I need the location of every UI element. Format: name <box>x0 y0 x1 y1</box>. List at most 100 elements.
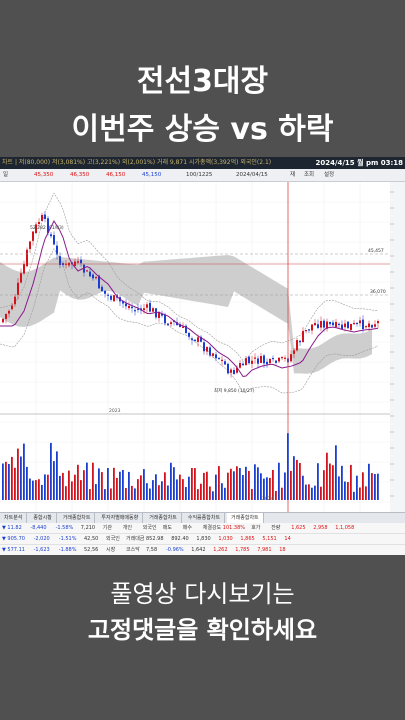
candle-body <box>245 358 247 366</box>
candle-body <box>233 369 235 375</box>
volume-bar <box>50 442 52 500</box>
volume-bar <box>353 491 355 500</box>
volume-bar <box>182 479 184 500</box>
tab-3[interactable]: 투자자별매매동향 <box>97 513 144 523</box>
volume-bar <box>200 483 202 500</box>
volume-bar <box>212 491 214 500</box>
volume-bar <box>140 475 142 500</box>
order-cell: 잔량 <box>271 525 281 531</box>
date-field[interactable]: 2024/04/15 <box>236 169 268 181</box>
candle-body <box>332 322 334 326</box>
volume-bar <box>23 443 25 500</box>
candle-body <box>32 231 34 241</box>
query-button[interactable]: 조회 <box>304 169 314 181</box>
ichimoku-cloud <box>0 254 372 374</box>
price-mark-3: 46,150 <box>106 172 126 178</box>
candle-body <box>362 319 364 330</box>
order-row: ▼ 11.82 -8,440 -1.58% 7,210 기관 개인 외국인 매도 매수 체결강도 1… <box>0 523 405 534</box>
order-cell: 개인 <box>122 525 132 531</box>
volume-bar <box>359 487 361 500</box>
candle-body <box>5 313 7 319</box>
candle-body <box>53 235 55 245</box>
volume-bar <box>95 484 97 500</box>
order-cell: 1,642 <box>191 547 206 553</box>
year-label-lower: 2024 <box>262 496 274 502</box>
volume-bar <box>125 488 127 500</box>
tab-6[interactable]: 거래종합차트 <box>227 513 264 523</box>
volume-bar <box>32 480 34 500</box>
volume-bar <box>272 470 274 500</box>
bottom-tab-strip: 차트분석 종합시황 거래종합차트 투자자별매매동향 거래종합차트 수익률종합차트 거래종합차… <box>0 512 405 523</box>
candle-body <box>215 354 217 359</box>
volume-bar <box>191 468 193 500</box>
candle-body <box>374 324 376 327</box>
candle-body <box>278 357 280 362</box>
candle-body <box>212 353 214 356</box>
candle-body <box>86 270 88 272</box>
tab-2[interactable]: 거래종합차트 <box>59 513 96 523</box>
volume-bar <box>134 488 136 500</box>
volume-bar <box>299 463 301 500</box>
volume-bar <box>248 470 250 500</box>
volume-bar <box>335 445 337 500</box>
volume-bar <box>317 463 319 500</box>
tab-1[interactable]: 종합시황 <box>29 513 57 523</box>
tab-0[interactable]: 차트분석 <box>0 513 28 523</box>
terminal-title-bar: 차트 | 저(80,000) 저(3,081%) 고(3,221%) 외(2,0… <box>0 157 405 169</box>
range-field[interactable]: 100/1225 <box>186 169 212 181</box>
volume-bar <box>59 475 61 500</box>
chart-toolbar: 일 45,350 46,350 46,150 45,150 100/1225 2… <box>0 169 405 182</box>
order-cell: -1.51% <box>58 536 77 542</box>
settings-button[interactable]: 설정 <box>324 169 334 181</box>
tab-4[interactable]: 거래종합차트 <box>145 513 182 523</box>
volume-bar <box>245 466 247 500</box>
volume-bar <box>119 471 121 500</box>
level-label-upper: 45,457 <box>368 248 384 254</box>
terminal-datetime: 2024/4/15 월 pm 03:18 <box>315 159 403 167</box>
price-chart[interactable]: 52,282 (01/03) 최저 9,850 (10/27) 45,457 3… <box>0 182 405 512</box>
volume-bar <box>356 475 358 500</box>
high-marker-label: 52,282 (01/03) <box>30 225 64 231</box>
order-cell: 2,958 <box>313 525 328 531</box>
order-cell: 외국인 <box>142 525 157 531</box>
volume-bar <box>347 482 349 500</box>
candle-body <box>341 324 343 330</box>
candle-body <box>314 323 316 326</box>
candle-body <box>194 339 196 342</box>
candle-body <box>74 261 76 266</box>
volume-bar <box>47 474 49 500</box>
volume-bar <box>104 489 106 500</box>
caption-line-2: 고정댓글을 확인하세요 <box>87 616 318 644</box>
volume-bar <box>161 481 163 500</box>
candle-body <box>227 363 229 374</box>
volume-bar <box>236 466 238 500</box>
volume-bar <box>290 470 292 500</box>
order-cell: ▼ 577.11 <box>2 547 25 553</box>
candle-body <box>353 322 355 325</box>
period-button[interactable]: 일 <box>3 169 8 181</box>
volume-bar <box>284 472 286 500</box>
volume-bar <box>2 463 4 500</box>
candle-body <box>356 322 358 325</box>
volume-bar <box>203 472 205 500</box>
candle-body <box>230 369 232 373</box>
volume-bar <box>122 470 124 500</box>
volume-bar <box>98 468 100 500</box>
refresh-button[interactable]: 재 <box>290 169 295 181</box>
candle-body <box>254 357 256 359</box>
order-cell: 매수 <box>182 525 192 531</box>
volume-bar <box>323 470 325 500</box>
volume-bar <box>179 474 181 500</box>
candle-body <box>110 295 112 300</box>
volume-bar <box>167 485 169 500</box>
candle-body <box>89 271 91 277</box>
order-cell: 호가 <box>251 525 261 531</box>
volume-bar <box>302 475 304 500</box>
candle-body <box>377 321 379 324</box>
candle-body <box>299 340 301 343</box>
volume-bar <box>170 462 172 500</box>
candle-body <box>329 322 331 325</box>
order-cell: -8,440 <box>30 525 47 531</box>
tab-5[interactable]: 수익률종합차트 <box>184 513 226 523</box>
order-cell: 1,785 <box>235 547 250 553</box>
